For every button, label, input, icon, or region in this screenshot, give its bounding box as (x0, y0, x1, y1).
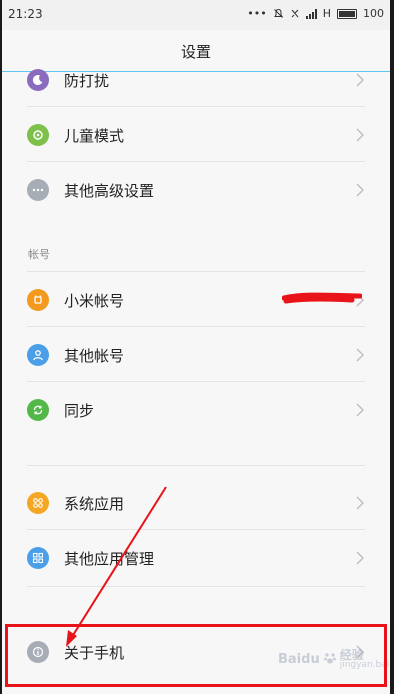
chevron-right-icon (356, 183, 364, 197)
settings-item-label: 其他帐号 (64, 347, 125, 365)
settings-item-app-manage[interactable]: 其他应用管理 (2, 530, 390, 585)
network-type: H (322, 7, 331, 20)
section-divider (27, 586, 365, 587)
settings-screen: 21:23 ••• H 100 设置 防打扰 儿童模式 其他高级设置 帐号 小米… (2, 0, 390, 694)
settings-item-label: 小米帐号 (64, 292, 125, 310)
apps-grid-icon (27, 492, 49, 514)
settings-item-other-accounts[interactable]: 其他帐号 (2, 327, 390, 382)
settings-item-label: 防打扰 (64, 72, 110, 90)
battery-icon (337, 8, 357, 19)
settings-item-label: 同步 (64, 402, 95, 420)
sync-icon (27, 399, 49, 421)
chevron-right-icon (356, 551, 364, 565)
more-dots-icon (27, 179, 49, 201)
mi-account-icon (27, 289, 49, 311)
app-manage-icon (27, 547, 49, 569)
settings-item-dnd[interactable]: 防打扰 (2, 52, 390, 107)
section-header-account: 帐号 (28, 248, 50, 261)
redaction-scribble (282, 292, 362, 304)
settings-item-advanced[interactable]: 其他高级设置 (2, 162, 390, 217)
chevron-right-icon (356, 403, 364, 417)
person-icon (27, 344, 49, 366)
kids-mode-icon (27, 124, 49, 146)
annotation-highlight-box (5, 624, 387, 687)
settings-item-label: 其他高级设置 (64, 182, 155, 200)
battery-level: 100 (363, 7, 384, 20)
rotation-lock-icon (291, 9, 299, 18)
chevron-right-icon (356, 348, 364, 362)
settings-item-kids-mode[interactable]: 儿童模式 (2, 107, 390, 162)
settings-item-label: 系统应用 (64, 495, 125, 513)
muted-bell-icon (273, 8, 283, 18)
chevron-right-icon (356, 496, 364, 510)
settings-item-label: 其他应用管理 (64, 550, 155, 568)
settings-item-label: 儿童模式 (64, 127, 125, 145)
status-bar: 21:23 ••• H 100 (2, 0, 390, 30)
chevron-right-icon (356, 73, 364, 87)
signal-icon (305, 8, 317, 19)
chevron-right-icon (356, 128, 364, 142)
moon-icon (27, 69, 49, 91)
section-divider (27, 465, 365, 466)
status-icons: ••• H 100 (247, 7, 384, 20)
settings-item-system-apps[interactable]: 系统应用 (2, 475, 390, 530)
settings-item-sync[interactable]: 同步 (2, 382, 390, 437)
status-time: 21:23 (8, 7, 43, 21)
more-dots-icon: ••• (247, 7, 267, 20)
